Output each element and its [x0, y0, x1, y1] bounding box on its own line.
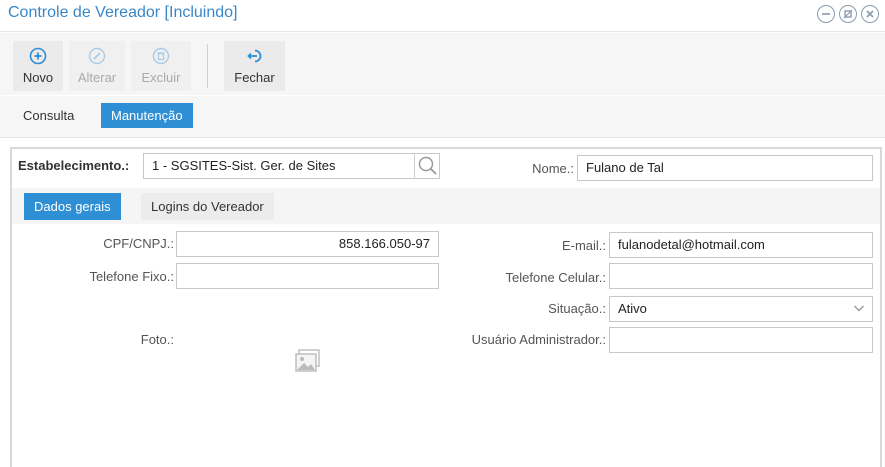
telefone-celular-label: Telefone Celular.:: [505, 270, 606, 285]
telefone-fixo-label: Telefone Fixo.:: [89, 269, 174, 284]
trash-icon: [152, 47, 170, 65]
situacao-select[interactable]: Ativo: [609, 296, 873, 322]
tab-manutencao[interactable]: Manutenção: [101, 103, 193, 128]
usuario-admin-label: Usuário Administrador.:: [471, 332, 606, 347]
inner-tabs: Dados gerais Logins do Vereador: [12, 188, 880, 224]
tab-logins-vereador[interactable]: Logins do Vereador: [141, 193, 274, 220]
close-icon[interactable]: [861, 5, 879, 23]
window-title: Controle de Vereador [Incluindo]: [8, 4, 238, 21]
window-titlebar: Controle de Vereador [Incluindo]: [0, 0, 885, 32]
cpf-field[interactable]: 858.166.050-97: [176, 231, 439, 257]
fechar-button[interactable]: Fechar: [224, 41, 285, 91]
chevron-down-icon: [854, 305, 864, 312]
exit-icon: [246, 49, 261, 63]
novo-button-label: Novo: [22, 70, 54, 85]
excluir-button[interactable]: Excluir: [131, 41, 191, 91]
foto-label: Foto.:: [140, 332, 174, 347]
usuario-admin-field[interactable]: [609, 327, 873, 353]
telefone-fixo-field[interactable]: [176, 263, 439, 289]
nome-field[interactable]: Fulano de Tal: [577, 155, 873, 181]
nome-label: Nome.:: [532, 161, 574, 176]
telefone-celular-field[interactable]: [609, 263, 873, 289]
novo-button[interactable]: Novo: [13, 41, 63, 91]
toolbar-separator: [207, 44, 208, 88]
estabelecimento-label: Estabelecimento.:: [18, 158, 130, 173]
plus-circle-icon: [29, 47, 47, 65]
restore-icon[interactable]: [839, 5, 857, 23]
excluir-button-label: Excluir: [141, 70, 181, 85]
estabelecimento-field[interactable]: 1 - SGSITES-Sist. Ger. de Sites: [143, 153, 440, 179]
pencil-icon: [88, 47, 106, 65]
minimize-icon[interactable]: [817, 5, 835, 23]
alterar-button-label: Alterar: [77, 70, 117, 85]
email-field[interactable]: fulanodetal@hotmail.com: [609, 232, 873, 258]
fechar-button-label: Fechar: [234, 70, 275, 85]
situacao-label: Situação.:: [548, 301, 606, 316]
cpf-label: CPF/CNPJ.:: [103, 236, 174, 251]
tab-dados-gerais[interactable]: Dados gerais: [24, 193, 121, 220]
search-icon[interactable]: [414, 153, 440, 179]
main-tabs: Consulta Manutenção: [0, 96, 885, 138]
toolbar: Novo Alterar Excluir Fechar: [0, 33, 885, 95]
tab-consulta[interactable]: Consulta: [13, 103, 84, 128]
email-label: E-mail.:: [561, 238, 606, 253]
alterar-button[interactable]: Alterar: [69, 41, 125, 91]
window-controls: [817, 5, 879, 23]
image-placeholder-icon[interactable]: [295, 349, 321, 373]
